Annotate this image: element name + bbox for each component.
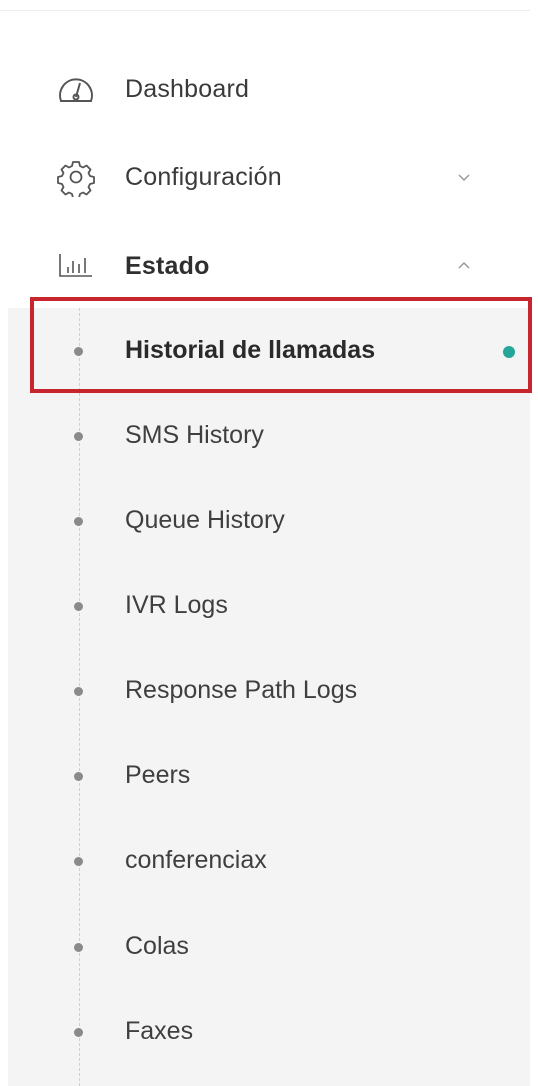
dashboard-gauge-icon xyxy=(56,69,96,109)
submenu-item-label: Colas xyxy=(125,932,189,960)
submenu-item-sms-history[interactable]: SMS History xyxy=(8,405,530,469)
submenu-item-label: Response Path Logs xyxy=(125,676,358,704)
submenu-item-label: Queue History xyxy=(125,506,285,534)
submenu-item-label: IVR Logs xyxy=(125,591,228,619)
submenu-item-conferenciax[interactable]: conferenciax xyxy=(8,830,530,894)
bar-chart-icon xyxy=(56,246,96,286)
bullet-dot xyxy=(74,432,83,441)
nav-item-estado-label: Estado xyxy=(125,251,210,280)
nav-item-dashboard[interactable]: Dashboard xyxy=(0,59,530,119)
sidebar-navigation: Dashboard Configuración Estado Historial… xyxy=(0,0,538,1086)
submenu-item-historial-de-llamadas[interactable]: Historial de llamadas xyxy=(8,320,530,384)
nav-item-configuracion[interactable]: Configuración xyxy=(0,147,530,207)
submenu-item-ivr-logs[interactable]: IVR Logs xyxy=(8,575,530,639)
bullet-dot xyxy=(74,857,83,866)
bullet-dot xyxy=(74,772,83,781)
submenu-item-label: Faxes xyxy=(125,1017,194,1045)
gear-icon xyxy=(56,157,96,197)
submenu-item-queue-history[interactable]: Queue History xyxy=(8,490,530,554)
bullet-dot xyxy=(74,602,83,611)
submenu-item-response-path-logs[interactable]: Response Path Logs xyxy=(8,660,530,724)
bullet-dot xyxy=(74,943,83,952)
bullet-dot xyxy=(74,1028,83,1037)
submenu-item-label: Historial de llamadas xyxy=(125,336,376,364)
submenu-item-label: conferenciax xyxy=(125,846,267,874)
bullet-dot xyxy=(74,687,83,696)
submenu-item-peers[interactable]: Peers xyxy=(8,745,530,809)
active-indicator-dot xyxy=(503,346,515,358)
submenu-item-faxes[interactable]: Faxes xyxy=(8,1001,530,1065)
chevron-down-icon[interactable] xyxy=(454,167,474,187)
nav-item-configuracion-label: Configuración xyxy=(125,162,282,191)
submenu-item-label: SMS History xyxy=(125,421,264,449)
bullet-dot xyxy=(74,517,83,526)
submenu-item-label: Peers xyxy=(125,761,191,789)
nav-item-dashboard-label: Dashboard xyxy=(125,74,250,103)
nav-item-estado[interactable]: Estado xyxy=(0,236,530,296)
chevron-up-icon[interactable] xyxy=(454,256,474,276)
bullet-dot xyxy=(74,347,83,356)
top-divider xyxy=(0,10,530,11)
submenu-item-colas[interactable]: Colas xyxy=(8,916,530,980)
